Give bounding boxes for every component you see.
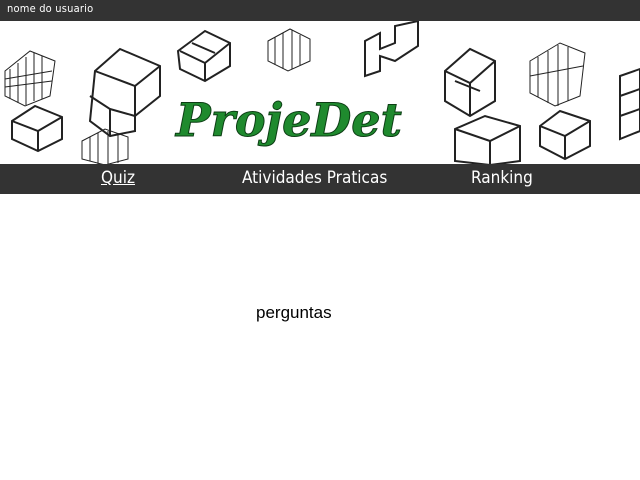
nav-item-atividades-praticas[interactable]: Atividades Praticas [242,168,387,188]
questions-text: perguntas [256,303,332,322]
block-drawing-6 [11,104,63,153]
username-label: nome do usuario [7,2,94,15]
wireframe-drawing-2 [267,28,311,72]
main-navigation: Quiz Atividades Praticas Ranking [0,164,640,194]
block-drawing-3 [444,47,496,118]
projedet-logo: ProjeDet [174,93,402,147]
wireframe-drawing-3 [529,42,586,107]
top-bar: nome do usuario [0,0,640,21]
wireframe-drawing-4 [81,128,129,165]
header-banner: ProjeDet [0,21,640,165]
nav-item-ranking[interactable]: Ranking [471,168,533,188]
block-drawing-7 [619,67,640,141]
block-drawing-4 [454,114,521,165]
nav-item-quiz[interactable]: Quiz [101,168,135,188]
piece-drawing [364,21,419,78]
block-drawing-2 [176,29,231,83]
step-block-drawing [88,47,161,138]
isometric-drawings-background: ProjeDet [4,21,640,165]
wireframe-drawing-1 [4,50,56,107]
block-drawing-5 [539,109,591,161]
